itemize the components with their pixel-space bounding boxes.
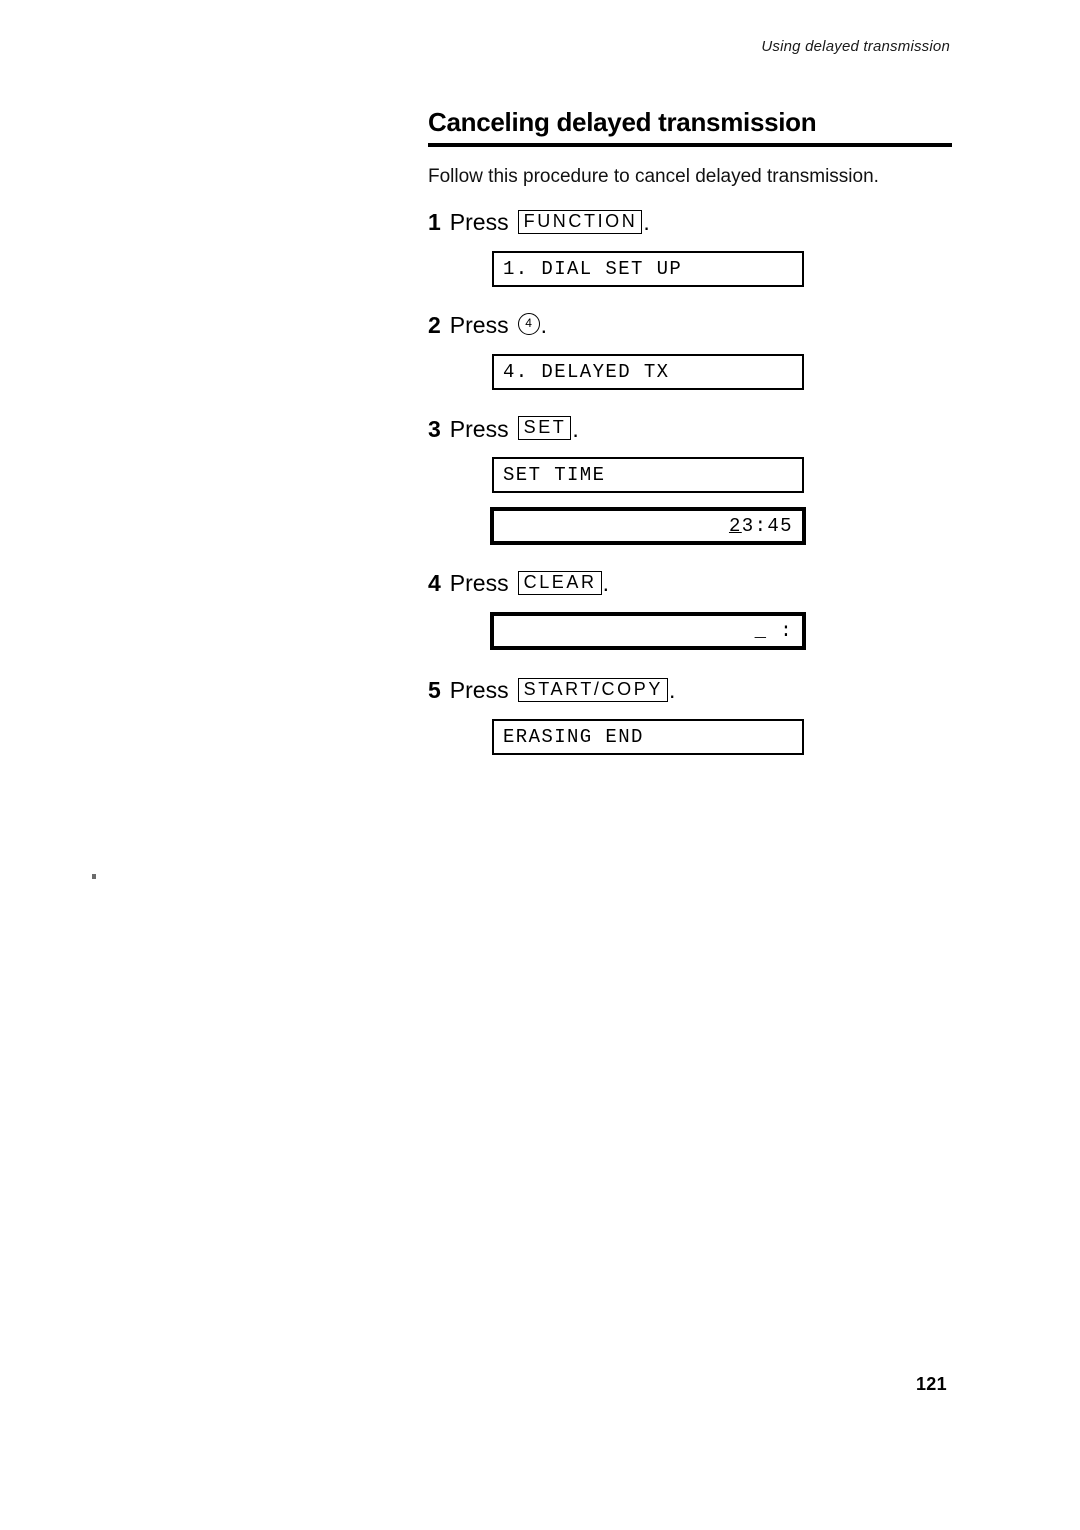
step-3-number: 3 xyxy=(428,415,441,442)
step-3: 3 Press SET . SET TIME 23:45 xyxy=(428,415,952,546)
step-2-instruction: 2 Press 4 . xyxy=(428,311,952,340)
title-underline-rule xyxy=(428,142,952,147)
step-3-period: . xyxy=(572,415,579,442)
content-column: Canceling delayed transmission Follow th… xyxy=(428,108,952,755)
clear-key-label[interactable]: CLEAR xyxy=(517,570,602,595)
step-4-number: 4 xyxy=(428,570,441,597)
lcd-display-cleared-time: _ : xyxy=(490,612,806,651)
page-number: 121 xyxy=(916,1374,947,1394)
function-key-label[interactable]: FUNCTION xyxy=(517,209,643,234)
lcd-cursor-digit: 2 xyxy=(728,515,742,538)
step-4-instruction: 4 Press CLEAR . xyxy=(428,569,952,598)
step-1-period: . xyxy=(643,209,650,236)
lcd-display-delayed-tx: 4. DELAYED TX xyxy=(492,353,804,390)
lcd-time-remainder: 3:45 xyxy=(741,515,793,538)
step-5-verb: Press xyxy=(449,677,509,704)
set-key-label[interactable]: SET xyxy=(517,416,572,441)
lcd-display-set-time: SET TIME xyxy=(492,457,804,494)
step-5-number: 5 xyxy=(428,677,441,704)
scan-artifact-speck xyxy=(92,874,96,879)
page-title: Canceling delayed transmission xyxy=(428,107,817,137)
step-2: 2 Press 4 . 4. DELAYED TX xyxy=(428,311,952,390)
lcd-display-erasing-end: ERASING END xyxy=(492,718,804,755)
lcd-display-dial-set-up: 1. DIAL SET UP xyxy=(492,250,804,287)
step-4: 4 Press CLEAR . _ : xyxy=(428,569,952,651)
step-2-period: . xyxy=(540,311,547,338)
step-2-verb: Press xyxy=(449,311,509,338)
step-1-instruction: 1 Press FUNCTION . xyxy=(428,208,952,237)
intro-paragraph: Follow this procedure to cancel delayed … xyxy=(428,165,879,187)
step-1-number: 1 xyxy=(428,209,441,236)
lcd-display-time-value: 23:45 xyxy=(490,507,806,546)
step-5-instruction: 5 Press START/COPY . xyxy=(428,676,952,705)
start-copy-key-label[interactable]: START/COPY xyxy=(517,677,668,702)
step-5-period: . xyxy=(668,677,676,704)
step-2-number: 2 xyxy=(428,311,441,338)
step-4-verb: Press xyxy=(449,570,509,597)
step-3-verb: Press xyxy=(449,415,509,442)
running-head: Using delayed transmission xyxy=(761,38,950,55)
step-1: 1 Press FUNCTION . 1. DIAL SET UP xyxy=(428,208,952,287)
step-3-instruction: 3 Press SET . xyxy=(428,415,952,444)
step-5: 5 Press START/COPY . ERASING END xyxy=(428,676,952,755)
step-1-verb: Press xyxy=(449,209,509,236)
step-4-period: . xyxy=(602,570,610,597)
numeric-key-4-icon[interactable]: 4 xyxy=(517,313,540,336)
